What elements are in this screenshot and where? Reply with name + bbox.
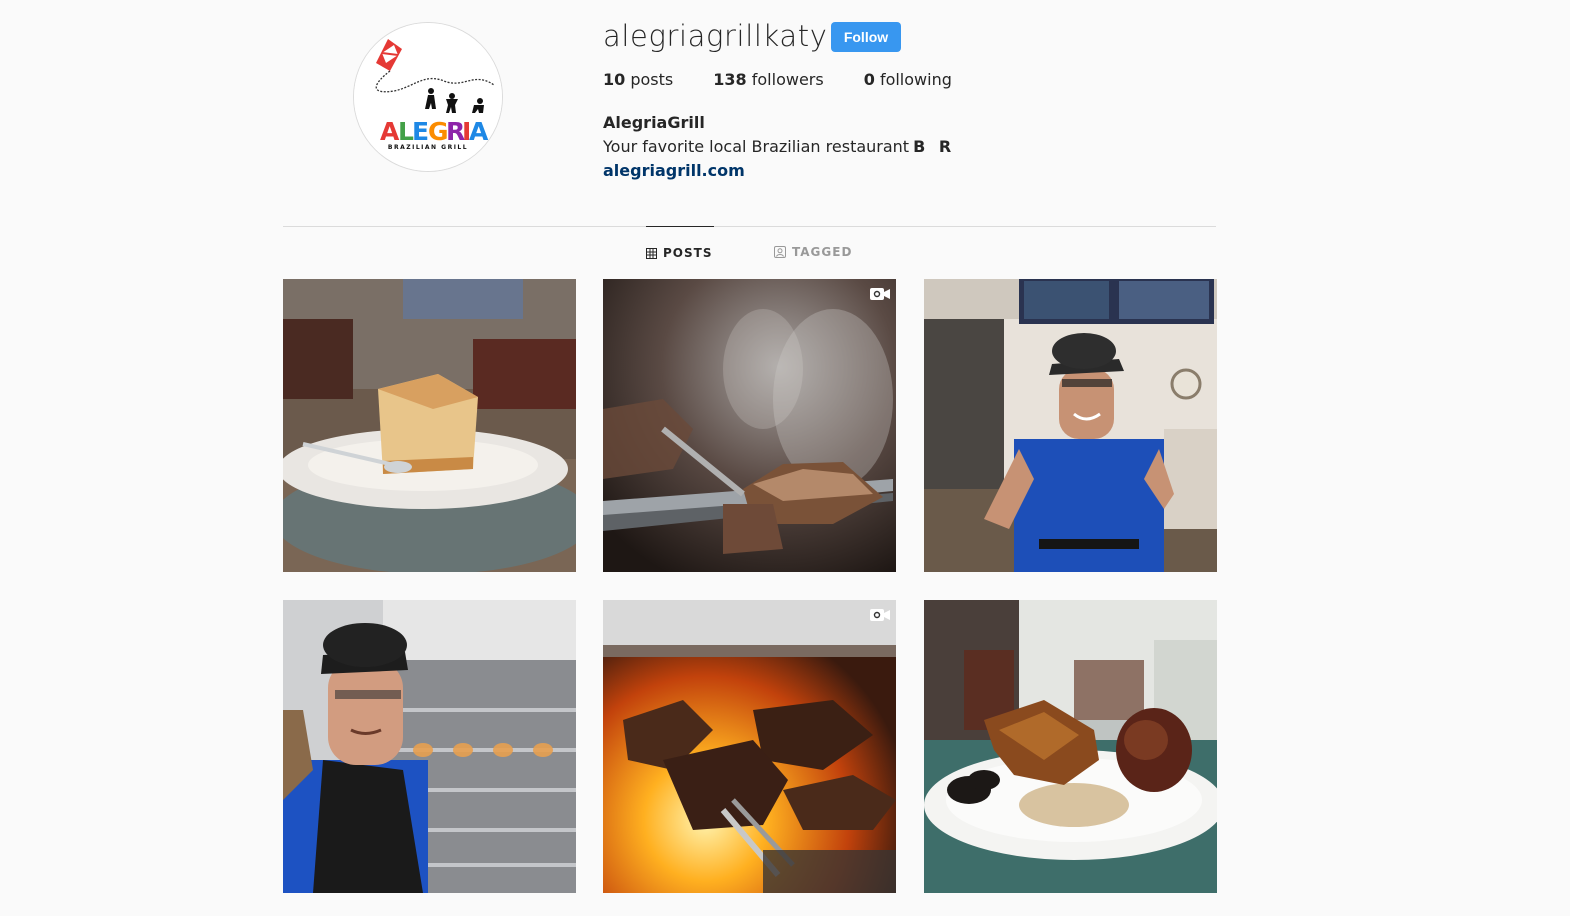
post-thumbnail[interactable] <box>924 600 1217 893</box>
bio-text: Your favorite local Brazilian restaurant <box>603 137 910 156</box>
post-thumbnail[interactable] <box>283 600 576 893</box>
post-thumbnail[interactable] <box>603 279 896 572</box>
post-thumbnail[interactable] <box>603 600 896 893</box>
followers-count: 138 <box>713 70 747 89</box>
profile-username: alegriagrillkaty <box>603 19 828 53</box>
tab-posts[interactable]: POSTS <box>646 226 714 279</box>
follow-button[interactable]: Follow <box>831 22 901 52</box>
profile-website-link[interactable]: alegriagrill.com <box>603 159 955 183</box>
profile-bio: AlegriaGrill Your favorite local Brazili… <box>603 111 955 183</box>
alegria-logo: A L E G R I A BRAZILIAN GRILL <box>354 23 502 171</box>
followers-label: followers <box>751 70 824 89</box>
brazil-flag-icon: B R <box>913 137 956 156</box>
post-image-staff <box>924 279 1217 572</box>
svg-text:E: E <box>412 117 429 146</box>
post-image-chicken-plate <box>924 600 1217 893</box>
stat-followers[interactable]: 138 followers <box>713 70 823 90</box>
svg-text:A: A <box>469 117 489 146</box>
post-image-dessert <box>283 279 576 572</box>
video-icon <box>870 288 890 300</box>
posts-label: posts <box>630 70 674 89</box>
post-thumbnail[interactable] <box>924 279 1217 572</box>
tab-posts-label: POSTS <box>663 246 713 260</box>
stat-posts[interactable]: 10 posts <box>603 70 673 90</box>
following-label: following <box>879 70 952 89</box>
tagged-icon <box>774 246 786 258</box>
posts-count: 10 <box>603 70 626 89</box>
profile-stats: 10 posts 138 followers 0 following <box>603 70 992 90</box>
post-image-chef <box>283 600 576 893</box>
tabs-divider <box>283 226 1216 227</box>
svg-text:BRAZILIAN GRILL: BRAZILIAN GRILL <box>388 144 468 151</box>
profile-avatar[interactable]: A L E G R I A BRAZILIAN GRILL <box>353 22 503 172</box>
post-image-skewer <box>603 279 896 572</box>
tab-tagged-label: TAGGED <box>792 245 853 259</box>
following-count: 0 <box>863 70 875 89</box>
profile-display-name: AlegriaGrill <box>603 113 705 132</box>
tab-tagged[interactable]: TAGGED <box>774 226 852 278</box>
post-thumbnail[interactable] <box>283 279 576 572</box>
stat-following[interactable]: 0 following <box>864 70 952 90</box>
grid-icon <box>646 247 657 259</box>
post-image-flames <box>603 600 896 893</box>
video-icon <box>870 609 890 621</box>
profile-page: A L E G R I A BRAZILIAN GRILL alegriagri… <box>0 0 1570 916</box>
bio-line: Your favorite local Brazilian restaurant… <box>603 135 955 159</box>
svg-text:A: A <box>380 117 400 146</box>
